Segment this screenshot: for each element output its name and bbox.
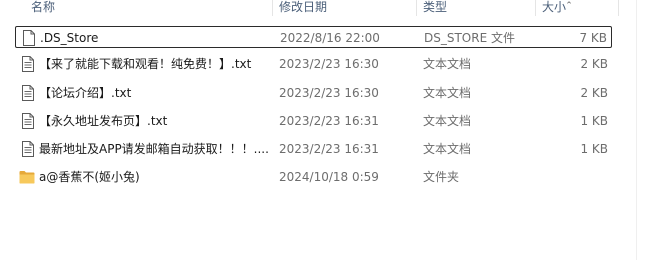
- file-type: 文本文档: [423, 86, 472, 100]
- file-modified-date: 2022/8/16 22:00: [280, 31, 380, 45]
- file-row[interactable]: .DS_Store 2022/8/16 22:00 DS_STORE 文件 7 KB: [15, 26, 612, 48]
- file-row[interactable]: 最新地址及APP请发邮箱自动获取！！！.... 2023/2/23 16:31 文本…: [15, 138, 612, 160]
- file-type: 文件夹: [423, 170, 460, 184]
- file-modified-date: 2023/2/23 16:31: [279, 142, 379, 156]
- file-size: 7 KB: [579, 31, 607, 45]
- column-type-header[interactable]: 类型: [423, 0, 447, 15]
- file-name: a@香蕉不(姬小兔): [39, 170, 140, 184]
- file-size: 1 KB: [580, 142, 608, 156]
- file-size: 1 KB: [580, 114, 608, 128]
- file-size: 2 KB: [580, 86, 608, 100]
- file-icon: [22, 30, 36, 46]
- file-type: DS_STORE 文件: [424, 31, 515, 45]
- file-type: 文本文档: [423, 142, 472, 156]
- text-file-icon: [21, 85, 35, 101]
- column-divider[interactable]: [618, 0, 619, 16]
- folder-row[interactable]: a@香蕉不(姬小兔) 2024/10/18 0:59 文件夹: [15, 166, 612, 188]
- file-name: 【论坛介绍】.txt: [39, 86, 132, 100]
- pane-border: [636, 0, 637, 260]
- file-row[interactable]: 【论坛介绍】.txt 2023/2/23 16:30 文本文档 2 KB: [15, 82, 612, 104]
- file-row[interactable]: 【永久地址发布页】.txt 2023/2/23 16:31 文本文档 1 KB: [15, 110, 612, 132]
- file-modified-date: 2023/2/23 16:30: [279, 57, 379, 71]
- column-divider[interactable]: [416, 0, 417, 16]
- file-name: 【来了就能下载和观看！纯免费！】.txt: [39, 57, 252, 71]
- file-type: 文本文档: [423, 114, 472, 128]
- folder-icon: [19, 170, 35, 186]
- file-name: 【永久地址发布页】.txt: [39, 114, 168, 128]
- sort-chevron-up-icon: ⌃: [565, 1, 573, 11]
- file-name: .DS_Store: [40, 31, 99, 45]
- file-modified-date: 2024/10/18 0:59: [279, 170, 379, 184]
- column-name-header[interactable]: 名称: [31, 0, 55, 15]
- text-file-icon: [21, 113, 35, 129]
- column-divider[interactable]: [535, 0, 536, 16]
- file-row[interactable]: 【来了就能下载和观看！纯免费！】.txt 2023/2/23 16:30 文本文档 2…: [15, 53, 612, 75]
- file-size: 2 KB: [580, 57, 608, 71]
- text-file-icon: [21, 56, 35, 72]
- column-divider[interactable]: [272, 0, 273, 16]
- column-header: 名称 修改日期 类型 大小 ⌃: [0, 0, 620, 16]
- column-modified-header[interactable]: 修改日期: [279, 0, 327, 15]
- text-file-icon: [21, 141, 35, 157]
- file-modified-date: 2023/2/23 16:31: [279, 114, 379, 128]
- file-type: 文本文档: [423, 57, 472, 71]
- file-modified-date: 2023/2/23 16:30: [279, 86, 379, 100]
- file-name: 最新地址及APP请发邮箱自动获取！！！....: [39, 142, 269, 156]
